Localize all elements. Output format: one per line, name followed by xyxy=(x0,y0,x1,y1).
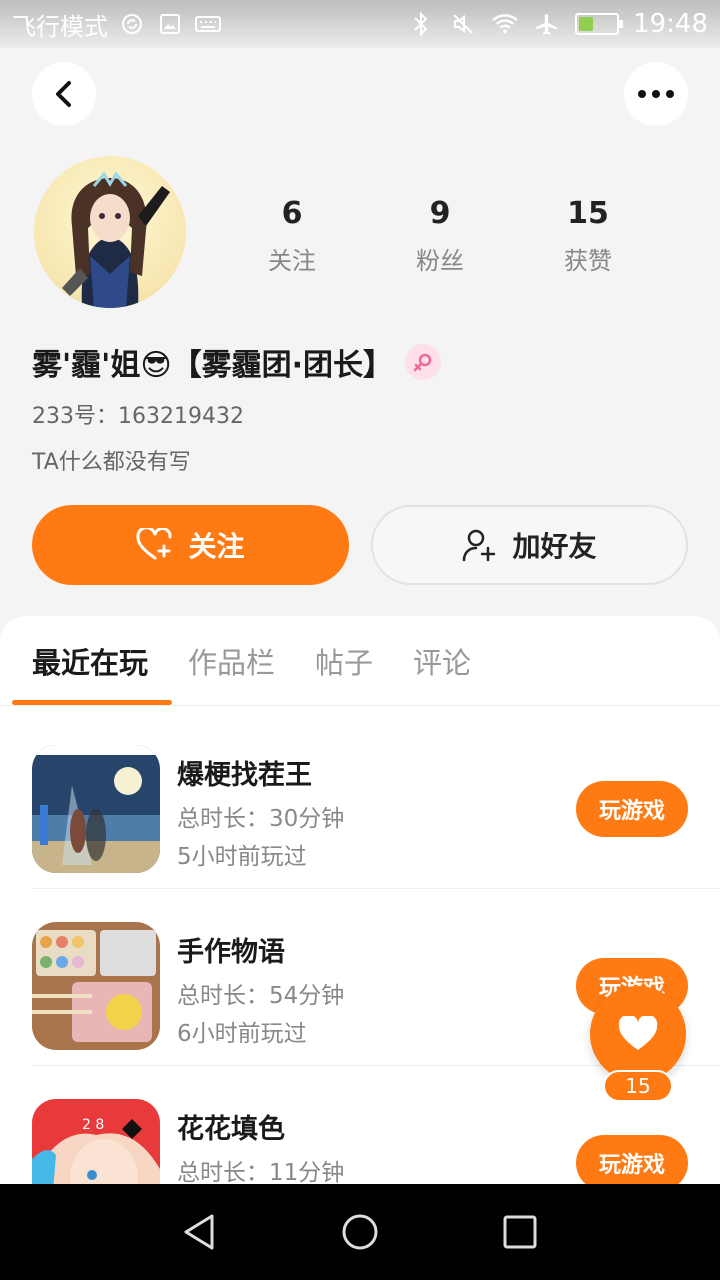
like-count: 15 xyxy=(603,1070,673,1102)
tab-posts[interactable]: 帖子 xyxy=(315,640,373,682)
profile-stats: 6 关注 9 粉丝 15 获赞 xyxy=(218,196,662,276)
follow-button[interactable]: 关注 xyxy=(32,505,349,585)
stat-value: 6 xyxy=(281,196,303,231)
sync-icon xyxy=(118,10,146,38)
game-row[interactable]: 爆梗找茬王 总时长：30分钟 5小时前玩过 玩游戏 xyxy=(32,713,720,889)
play-game-button[interactable]: 玩游戏 xyxy=(576,781,688,837)
add-user-icon xyxy=(463,529,496,562)
female-icon xyxy=(405,344,442,380)
game-name: 手作物语 xyxy=(177,937,285,968)
image-icon xyxy=(156,10,184,38)
more-button[interactable] xyxy=(624,62,688,126)
game-thumbnail[interactable] xyxy=(32,922,160,1050)
play-game-button[interactable]: 玩游戏 xyxy=(576,1135,688,1184)
add-friend-button[interactable]: 加好友 xyxy=(371,505,688,585)
tab-works[interactable]: 作品栏 xyxy=(188,640,275,682)
like-fab[interactable] xyxy=(590,986,686,1082)
stat-label: 获赞 xyxy=(564,247,612,275)
nav-back-button[interactable] xyxy=(170,1202,230,1262)
game-duration: 总时长：11分钟 xyxy=(177,1160,345,1184)
circle-home-icon xyxy=(342,1214,378,1250)
keyboard-icon xyxy=(194,10,222,38)
follow-label: 关注 xyxy=(188,530,245,563)
game-duration: 总时长：30分钟 xyxy=(177,806,345,832)
nav-home-button[interactable] xyxy=(330,1202,390,1262)
name-row: 雾'霾'姐😎【雾霾团·团长】 xyxy=(32,340,442,384)
square-recents-icon xyxy=(503,1215,537,1249)
avatar[interactable] xyxy=(34,156,186,308)
stat-followers[interactable]: 9 粉丝 xyxy=(366,196,514,276)
battery-icon xyxy=(575,13,624,35)
add-friend-label: 加好友 xyxy=(512,530,597,563)
nav-recents-button[interactable] xyxy=(490,1202,550,1262)
airplane-mode-text: 飞行模式 xyxy=(12,12,108,41)
game-name: 花花填色 xyxy=(177,1114,285,1145)
stat-value: 15 xyxy=(567,196,609,231)
game-thumbnail[interactable]: 2 8 xyxy=(32,1099,160,1184)
stat-following[interactable]: 6 关注 xyxy=(218,196,366,276)
svg-text:2 8: 2 8 xyxy=(82,1117,104,1133)
airplane-icon xyxy=(533,10,561,38)
game-thumbnail[interactable] xyxy=(32,745,160,873)
tab-bar: 最近在玩 作品栏 帖子 评论 xyxy=(0,616,720,706)
tab-indicator xyxy=(12,700,172,705)
back-button[interactable] xyxy=(32,62,96,126)
wifi-icon xyxy=(491,10,519,38)
username: 雾'霾'姐😎【雾霾团·团长】 xyxy=(32,348,394,383)
status-bar: 飞行模式 19:48 xyxy=(0,0,720,48)
user-bio: TA什么都没有写 xyxy=(32,450,191,475)
heart-icon xyxy=(618,1016,658,1050)
stat-value: 9 xyxy=(429,196,451,231)
tab-recently-played[interactable]: 最近在玩 xyxy=(32,640,148,682)
mute-icon xyxy=(449,10,477,38)
tab-comments[interactable]: 评论 xyxy=(413,640,471,682)
user-id: 233号：163219432 xyxy=(32,404,244,429)
navigation-bar xyxy=(0,1184,720,1280)
game-name: 爆梗找茬王 xyxy=(177,760,312,791)
bluetooth-icon xyxy=(407,10,435,38)
clock: 19:48 xyxy=(633,9,708,39)
stat-likes[interactable]: 15 获赞 xyxy=(514,196,662,276)
stat-label: 关注 xyxy=(268,247,316,275)
game-last-played: 5小时前玩过 xyxy=(177,844,307,870)
game-duration: 总时长：54分钟 xyxy=(177,983,345,1009)
triangle-back-icon xyxy=(184,1214,214,1250)
more-dots-icon xyxy=(638,90,674,98)
stat-label: 粉丝 xyxy=(416,247,464,275)
game-last-played: 6小时前玩过 xyxy=(177,1021,307,1047)
chevron-left-icon xyxy=(56,81,71,107)
heart-plus-icon xyxy=(136,528,172,560)
